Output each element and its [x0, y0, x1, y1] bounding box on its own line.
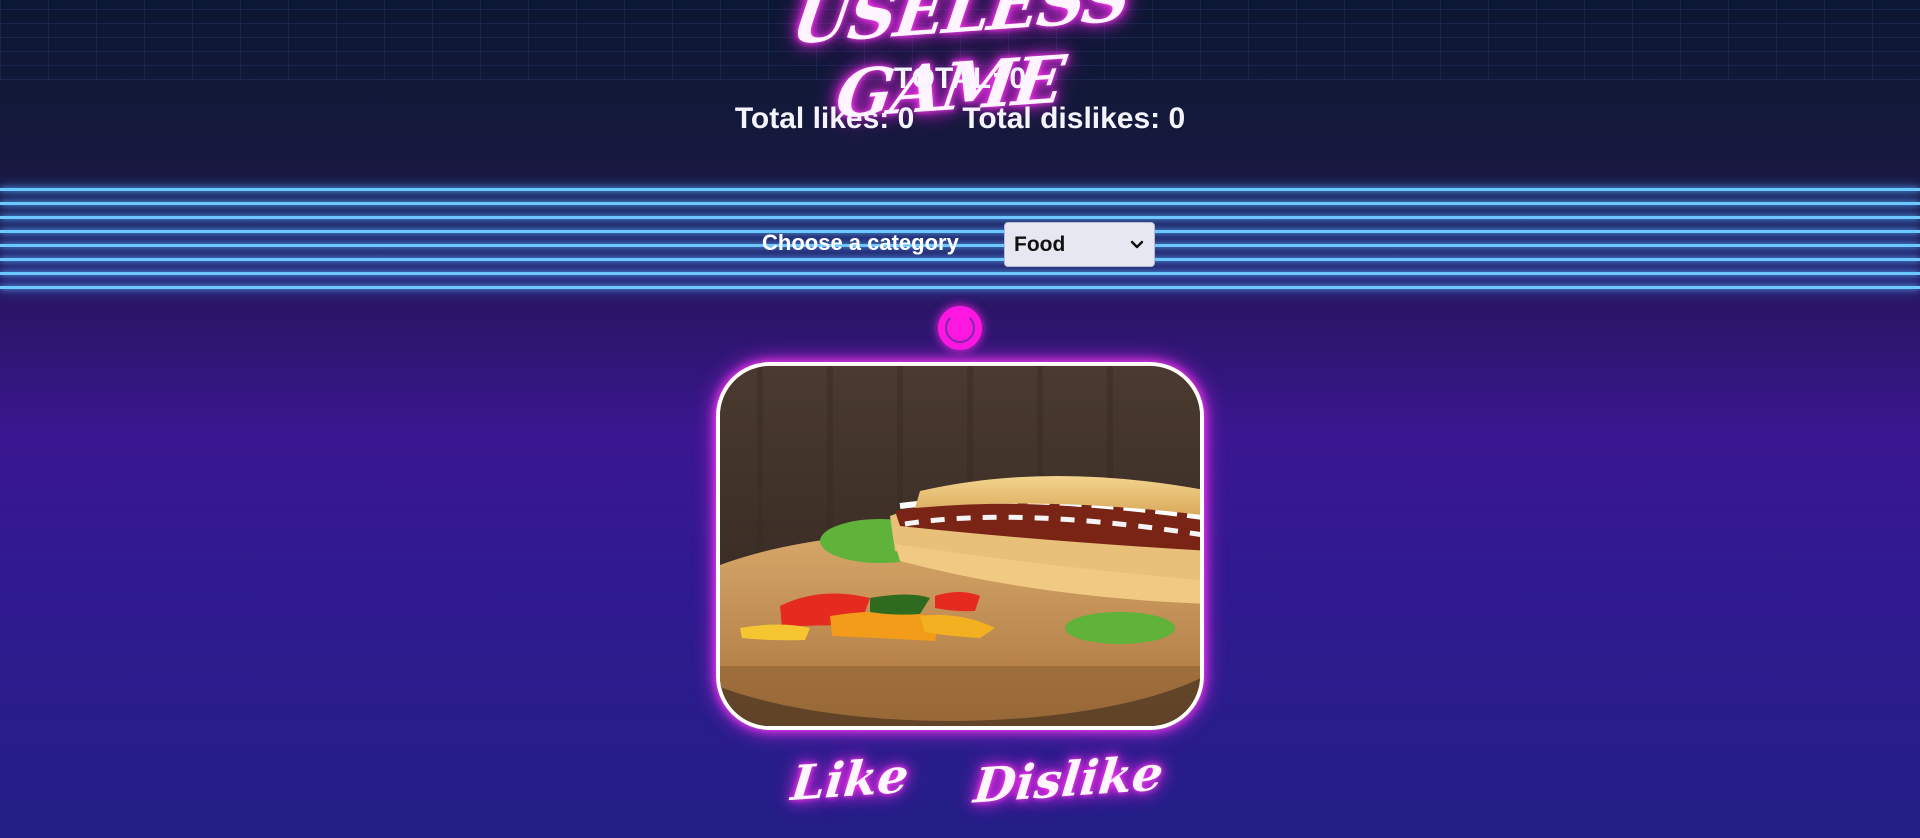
like-button[interactable]: Like [788, 748, 911, 812]
category-label: Choose a category [762, 230, 959, 255]
category-select[interactable]: Food [1004, 222, 1155, 267]
total-likes: Total likes: 0 [734, 102, 915, 135]
neon-stripes [0, 186, 1920, 302]
sandwich-illustration [720, 366, 1200, 726]
score-breakdown: Total likes: 0 Total dislikes: 0 [700, 102, 1220, 136]
food-image [716, 362, 1204, 730]
chevron-down-icon [1130, 240, 1144, 248]
dislike-button[interactable]: Dislike [971, 746, 1166, 815]
total-dislikes: Total dislikes: 0 [962, 102, 1186, 135]
total-score: TOTAL: 0 [893, 62, 1027, 95]
loading-spinner-icon [938, 306, 982, 350]
category-selected-value: Food [1014, 232, 1066, 256]
